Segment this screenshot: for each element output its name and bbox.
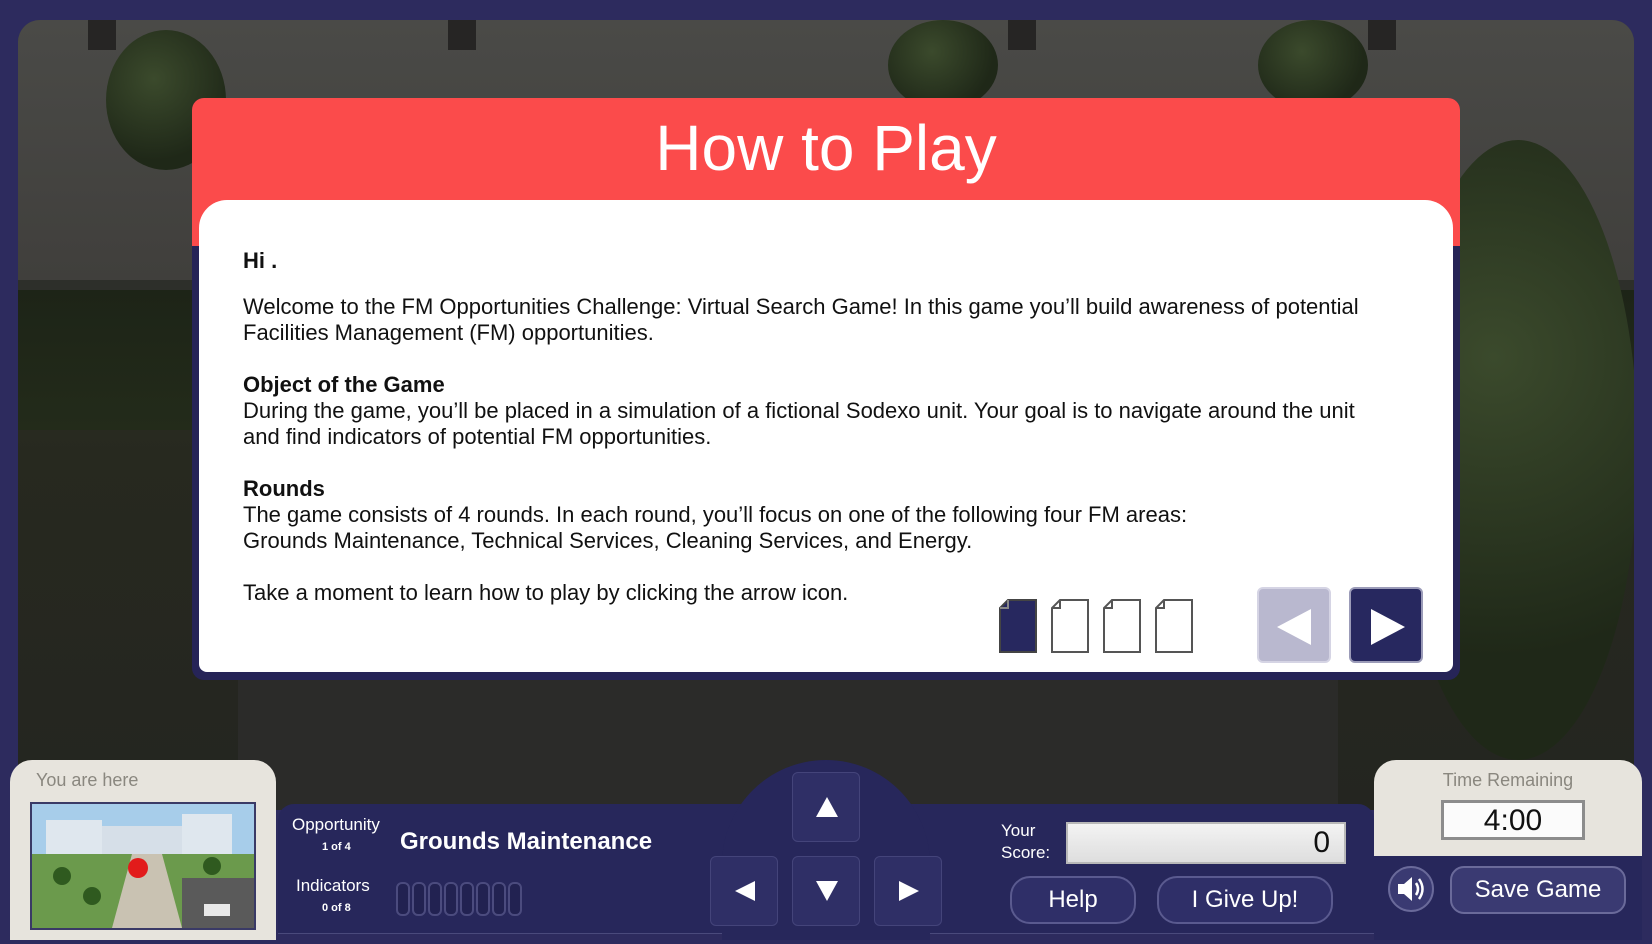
arrow-right-icon: [899, 881, 919, 901]
give-up-button[interactable]: I Give Up!: [1157, 876, 1333, 924]
move-left-button[interactable]: [710, 856, 778, 926]
score-value: 0: [1066, 822, 1346, 864]
move-down-button[interactable]: [792, 856, 860, 926]
indicators-label: Indicators: [296, 876, 370, 895]
tree: [888, 20, 998, 110]
arrow-left-icon: [1277, 609, 1311, 645]
opportunity-label: Opportunity: [292, 815, 380, 834]
location-map-panel: You are here: [10, 760, 276, 940]
opportunity-count: 1 of 4: [322, 841, 351, 853]
indicator-slot: [460, 882, 474, 916]
previous-page-button[interactable]: [1257, 587, 1331, 663]
arrow-down-icon: [816, 881, 838, 901]
time-remaining-label: Time Remaining: [1442, 770, 1574, 790]
object-heading: Object of the Game: [243, 372, 445, 397]
indicator-slot: [492, 882, 506, 916]
dialog-title: How to Play: [655, 112, 997, 184]
rounds-text: The game consists of 4 rounds. In each r…: [243, 502, 1188, 527]
page-icon[interactable]: [998, 598, 1038, 654]
indicator-slot: [396, 882, 410, 916]
page-icon[interactable]: [1154, 598, 1194, 654]
time-remaining-value: 4:00: [1441, 800, 1585, 840]
rounds-heading: Rounds: [243, 476, 325, 501]
indicator-slot: [444, 882, 458, 916]
location-map[interactable]: [30, 802, 256, 930]
rounds-areas: Grounds Maintenance, Technical Services,…: [243, 528, 973, 553]
map-label: You are here: [36, 770, 139, 790]
sound-toggle-button[interactable]: [1388, 866, 1434, 912]
tree: [1258, 20, 1368, 110]
indicator-slot: [428, 882, 442, 916]
next-page-button[interactable]: [1349, 587, 1423, 663]
indicator-slot: [508, 882, 522, 916]
arrow-up-icon: [816, 797, 838, 817]
save-game-button[interactable]: Save Game: [1450, 866, 1626, 914]
score-label: Your Score:: [1001, 821, 1051, 862]
indicator-slot: [412, 882, 426, 916]
speaker-icon: [1398, 877, 1424, 901]
you-are-here-marker: [128, 858, 148, 878]
move-right-button[interactable]: [874, 856, 942, 926]
map-image: [32, 804, 254, 928]
move-up-button[interactable]: [792, 772, 860, 842]
arrow-right-icon: [1371, 609, 1405, 645]
object-text: During the game, you’ll be placed in a s…: [243, 398, 1355, 449]
instructions-content: Hi . Welcome to the FM Opportunities Cha…: [243, 248, 1393, 606]
help-button[interactable]: Help: [1010, 876, 1136, 924]
round-name: Grounds Maintenance: [400, 828, 653, 855]
page-icon[interactable]: [1102, 598, 1142, 654]
arrow-left-icon: [735, 881, 755, 901]
greeting: Hi .: [243, 248, 278, 273]
page-icon[interactable]: [1050, 598, 1090, 654]
time-panel: Time Remaining 4:00 Save Game: [1374, 760, 1642, 940]
indicators-count: 0 of 8: [322, 902, 351, 914]
indicator-slot: [476, 882, 490, 916]
welcome-text: Welcome to the FM Opportunities Challeng…: [243, 294, 1359, 345]
instruction-text: Take a moment to learn how to play by cl…: [243, 580, 849, 605]
